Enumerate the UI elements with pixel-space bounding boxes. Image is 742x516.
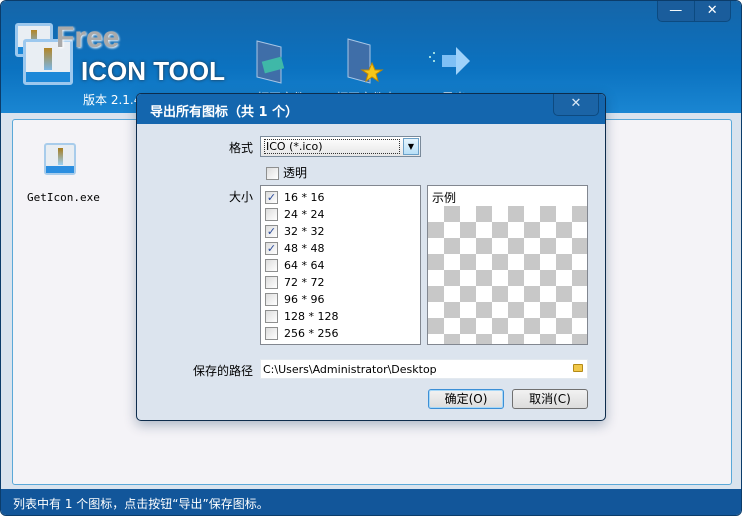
size-option[interactable]: 256 * 256 [265,325,416,342]
open-file-icon [256,40,285,84]
format-label: 格式 [228,141,253,155]
minimize-button[interactable]: — [658,1,695,21]
logo-title: ICON TOOL [81,56,225,86]
size-option-label: 32 * 32 [284,225,325,238]
checkbox[interactable] [265,208,278,221]
size-option-label: 128 * 128 [284,310,339,323]
folder-icon[interactable] [573,364,583,372]
size-option-label: 96 * 96 [284,293,325,306]
size-label: 大小 [228,190,253,204]
size-option-label: 16 * 16 [284,191,325,204]
cancel-button[interactable]: 取消(C) [512,389,588,409]
window-controls: — ✕ [657,1,731,22]
path-input[interactable]: C:\Users\Administrator\Desktop [260,359,588,379]
preview-label: 示例 [432,191,457,205]
size-option[interactable]: ✓ 16 * 16 [265,189,416,206]
checkbox[interactable] [265,259,278,272]
checkbox[interactable] [265,327,278,340]
dialog-close-button[interactable]: ✕ [553,94,599,116]
checked-checkbox[interactable]: ✓ [265,225,278,238]
open-folder-icon [347,38,384,84]
size-option-label: 72 * 72 [284,276,325,289]
checked-checkbox[interactable]: ✓ [265,191,278,204]
size-option[interactable]: 24 * 24 [265,206,416,223]
version-label: 版本 2.1.4 [83,93,142,107]
size-option[interactable]: ✓ 48 * 48 [265,240,416,257]
chevron-down-icon[interactable]: ▼ [403,138,419,155]
checkbox[interactable] [265,310,278,323]
format-select[interactable]: ICO (*.ico) ▼ [260,136,421,157]
export-button[interactable] [426,37,486,87]
ok-button[interactable]: 确定(O) [428,389,504,409]
export-arrow-icon [429,47,470,75]
size-option[interactable]: 96 * 96 [265,291,416,308]
transparent-checkbox[interactable]: 透明 [266,164,307,181]
status-bar: 列表中有 1 个图标，点击按钮“导出”保存图标。 [1,489,741,515]
size-option[interactable]: 128 * 128 [265,308,416,325]
checkbox-box[interactable] [266,167,279,180]
size-option-label: 48 * 48 [284,242,325,255]
path-value: C:\Users\Administrator\Desktop [263,363,437,376]
dialog-title: 导出所有图标（共 1 个） [137,94,605,124]
size-option[interactable]: ✓ 32 * 32 [265,223,416,240]
export-dialog: 导出所有图标（共 1 个） ✕ 格式 ICO (*.ico) ▼ 透明 大小 ✓… [136,93,606,421]
open-folder-button[interactable] [344,37,404,87]
close-button[interactable]: ✕ [695,1,731,21]
format-value: ICO (*.ico) [264,139,400,154]
size-option-label: 24 * 24 [284,208,325,221]
checkbox[interactable] [265,276,278,289]
size-list[interactable]: ✓ 16 * 16 24 * 24 ✓ 32 * 32 ✓ 48 * 48 64 * 64 72… [260,185,421,345]
size-option-label: 256 * 256 [284,327,339,340]
transparent-label: 透明 [283,166,308,180]
logo-free: Free [56,21,120,54]
size-option[interactable]: 64 * 64 [265,257,416,274]
file-name[interactable]: GetIcon.exe [27,191,100,204]
size-option-label: 64 * 64 [284,259,325,272]
checked-checkbox[interactable]: ✓ [265,242,278,255]
preview-box: 示例 [427,185,588,345]
open-file-button[interactable] [251,37,311,87]
transparent-checkerboard [428,206,587,344]
checkbox[interactable] [265,293,278,306]
size-option[interactable]: 72 * 72 [265,274,416,291]
file-icon[interactable] [44,143,76,175]
path-label: 保存的路径 [192,364,253,378]
